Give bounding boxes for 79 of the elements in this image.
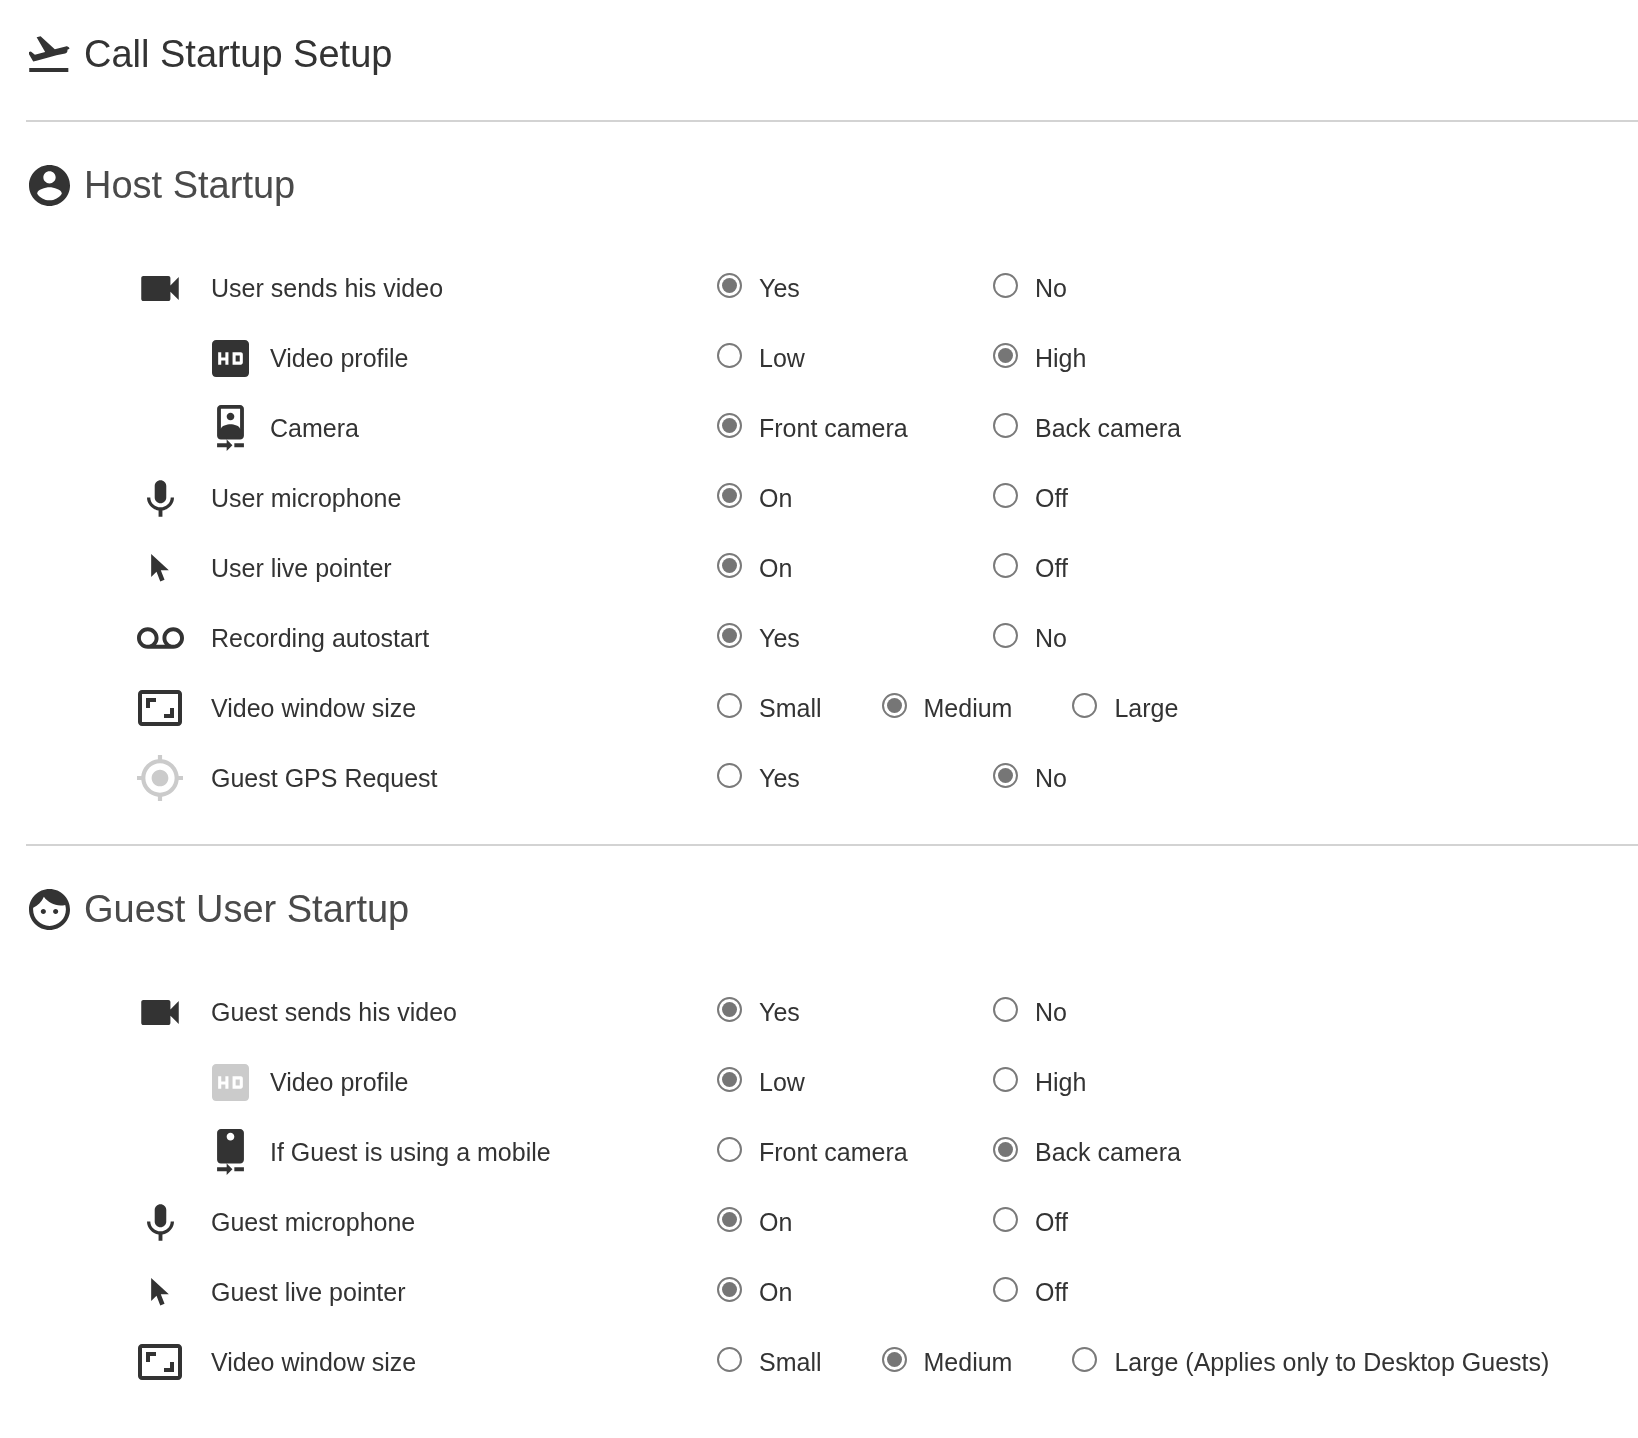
radio-button[interactable] — [717, 1206, 742, 1232]
option-label[interactable]: No — [1035, 763, 1067, 793]
radio-button[interactable] — [717, 1136, 742, 1162]
option-label[interactable]: Small — [759, 693, 822, 723]
radio-button[interactable] — [717, 1066, 742, 1092]
setting-label: Guest sends his video — [211, 997, 457, 1027]
radio-button[interactable] — [993, 622, 1018, 648]
option-label[interactable]: Yes — [759, 763, 800, 793]
option-label[interactable]: No — [1035, 997, 1067, 1027]
radio-button[interactable] — [993, 1136, 1018, 1162]
radio-button[interactable] — [993, 412, 1018, 438]
radio-button[interactable] — [993, 996, 1018, 1022]
option-label[interactable]: Yes — [759, 997, 800, 1027]
setting-label: User sends his video — [211, 273, 444, 303]
page-title: Call Startup Setup — [84, 32, 393, 76]
option-label[interactable]: No — [1035, 623, 1067, 653]
option-label[interactable]: Medium — [923, 693, 1013, 723]
setting-label: Guest live pointer — [211, 1277, 406, 1307]
option-label[interactable]: Large (Applies only to Desktop Guests) — [1114, 1347, 1550, 1377]
option-label[interactable]: Large — [1114, 693, 1179, 723]
radio-button[interactable] — [717, 482, 742, 508]
radio-button[interactable] — [993, 272, 1018, 298]
radio-button[interactable] — [993, 762, 1018, 788]
setting-label: Video window size — [211, 693, 417, 723]
radio-button[interactable] — [717, 552, 742, 578]
setting-label: If Guest is using a mobile — [270, 1137, 551, 1167]
option-label[interactable]: Low — [759, 343, 805, 373]
setting-label: Guest GPS Request — [211, 763, 438, 793]
option-label[interactable]: Back camera — [1035, 413, 1181, 443]
option-label[interactable]: Back camera — [1035, 1137, 1181, 1167]
section-title: Guest User Startup — [84, 887, 410, 931]
radio-button[interactable] — [881, 1346, 907, 1372]
option-label[interactable]: Small — [759, 1347, 822, 1377]
radio-button[interactable] — [993, 1276, 1018, 1302]
setting-label: Video profile — [270, 343, 409, 373]
section-title: Host Startup — [84, 163, 296, 207]
setting-label: User live pointer — [211, 553, 392, 583]
option-label[interactable]: Front camera — [759, 413, 908, 443]
airplane-takeoff-icon — [29, 36, 70, 72]
radio-button[interactable] — [717, 412, 742, 438]
radio-button[interactable] — [717, 272, 742, 298]
option-label[interactable]: High — [1035, 1067, 1087, 1097]
radio-button[interactable] — [717, 1276, 742, 1302]
radio-button[interactable] — [993, 552, 1018, 578]
option-label[interactable]: On — [759, 553, 793, 583]
radio-button[interactable] — [717, 1346, 742, 1372]
face-icon — [29, 888, 70, 930]
setting-label: Video window size — [211, 1347, 417, 1377]
option-label[interactable]: Front camera — [759, 1137, 908, 1167]
setting-label: Guest microphone — [211, 1207, 416, 1237]
option-label[interactable]: Off — [1035, 1277, 1068, 1307]
setting-label: User microphone — [211, 483, 402, 513]
radio-button[interactable] — [993, 482, 1018, 508]
radio-button[interactable] — [717, 996, 742, 1022]
radio-button[interactable] — [717, 622, 742, 648]
setting-label: Recording autostart — [211, 623, 430, 653]
option-label[interactable]: Yes — [759, 623, 800, 653]
option-label[interactable]: Off — [1035, 483, 1068, 513]
option-label[interactable]: Medium — [923, 1347, 1013, 1377]
setting-label: Video profile — [270, 1067, 409, 1097]
setting-label: Camera — [270, 413, 359, 443]
radio-button[interactable] — [717, 692, 742, 718]
option-label[interactable]: Yes — [759, 273, 800, 303]
radio-button[interactable] — [1072, 692, 1098, 718]
radio-button[interactable] — [881, 692, 907, 718]
option-label[interactable]: Low — [759, 1067, 805, 1097]
radio-button[interactable] — [993, 342, 1018, 368]
radio-button[interactable] — [717, 762, 742, 788]
option-label[interactable]: Off — [1035, 553, 1068, 583]
option-label[interactable]: No — [1035, 273, 1067, 303]
radio-button[interactable] — [1072, 1346, 1098, 1372]
option-label[interactable]: On — [759, 1207, 793, 1237]
option-label[interactable]: High — [1035, 343, 1087, 373]
radio-button[interactable] — [717, 342, 742, 368]
option-label[interactable]: On — [759, 1277, 793, 1307]
radio-button[interactable] — [993, 1066, 1018, 1092]
option-label[interactable]: Off — [1035, 1207, 1068, 1237]
radio-button[interactable] — [993, 1206, 1018, 1232]
option-label[interactable]: On — [759, 483, 793, 513]
